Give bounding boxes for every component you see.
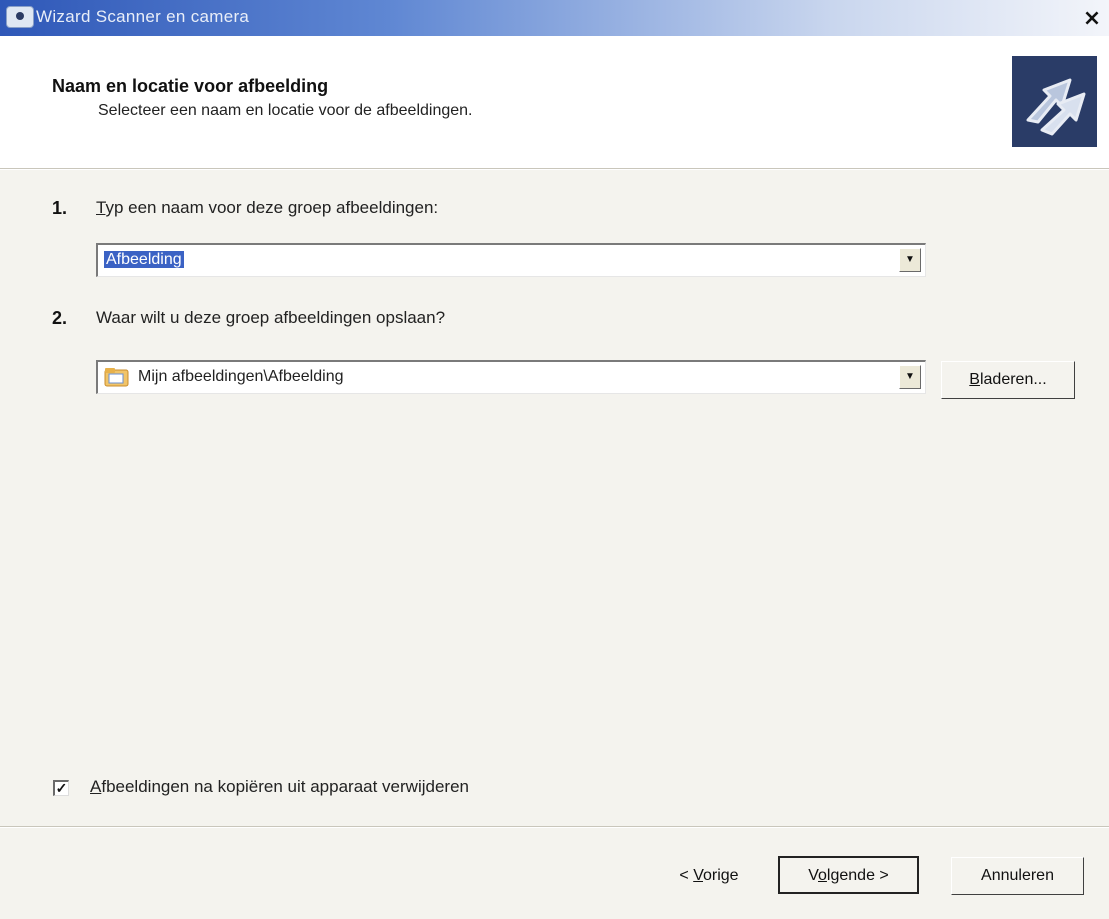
delete-after-copy-label[interactable]: Afbeeldingen na kopiëren uit apparaat ve… [90,777,469,797]
cancel-button[interactable]: Annuleren [951,857,1084,895]
folder-icon [104,366,130,388]
chevron-down-icon[interactable]: ▼ [899,365,921,389]
step-1-number: 1. [52,198,68,218]
camera-icon [6,6,34,28]
step-1-label: Typ een naam voor deze groep afbeeldinge… [96,198,438,218]
footer-divider [0,826,1109,828]
wizard-header: Naam en locatie voor afbeelding Selectee… [0,36,1109,168]
back-button[interactable]: < Vorige [648,857,770,895]
step-2-label: Waar wilt u deze groep afbeeldingen opsl… [96,308,446,327]
title-bar: Wizard Scanner en camera × [0,0,1109,36]
image-name-combobox[interactable]: Afbeelding ▼ [96,243,926,277]
page-subtitle: Selecteer een naam en locatie voor de af… [98,102,473,119]
save-location-combobox[interactable]: Mijn afbeeldingen\Afbeelding ▼ [96,360,926,394]
save-location-value: Mijn afbeeldingen\Afbeelding [138,368,344,385]
browse-button[interactable]: Bladeren... [941,361,1075,399]
close-icon[interactable]: × [1081,8,1103,30]
step-2-number: 2. [52,308,68,328]
step-1-label-text: yp een naam voor deze groep afbeeldingen… [105,198,439,217]
image-name-value: Afbeelding [104,251,184,268]
next-button[interactable]: Volgende > [778,856,919,894]
window-title: Wizard Scanner en camera [36,7,250,26]
page-title: Naam en locatie voor afbeelding [52,76,329,96]
header-divider [0,168,1109,170]
wizard-arrows-icon [1012,56,1097,147]
chevron-down-icon[interactable]: ▼ [899,248,921,272]
delete-after-copy-checkbox[interactable]: ✓ [53,780,69,796]
